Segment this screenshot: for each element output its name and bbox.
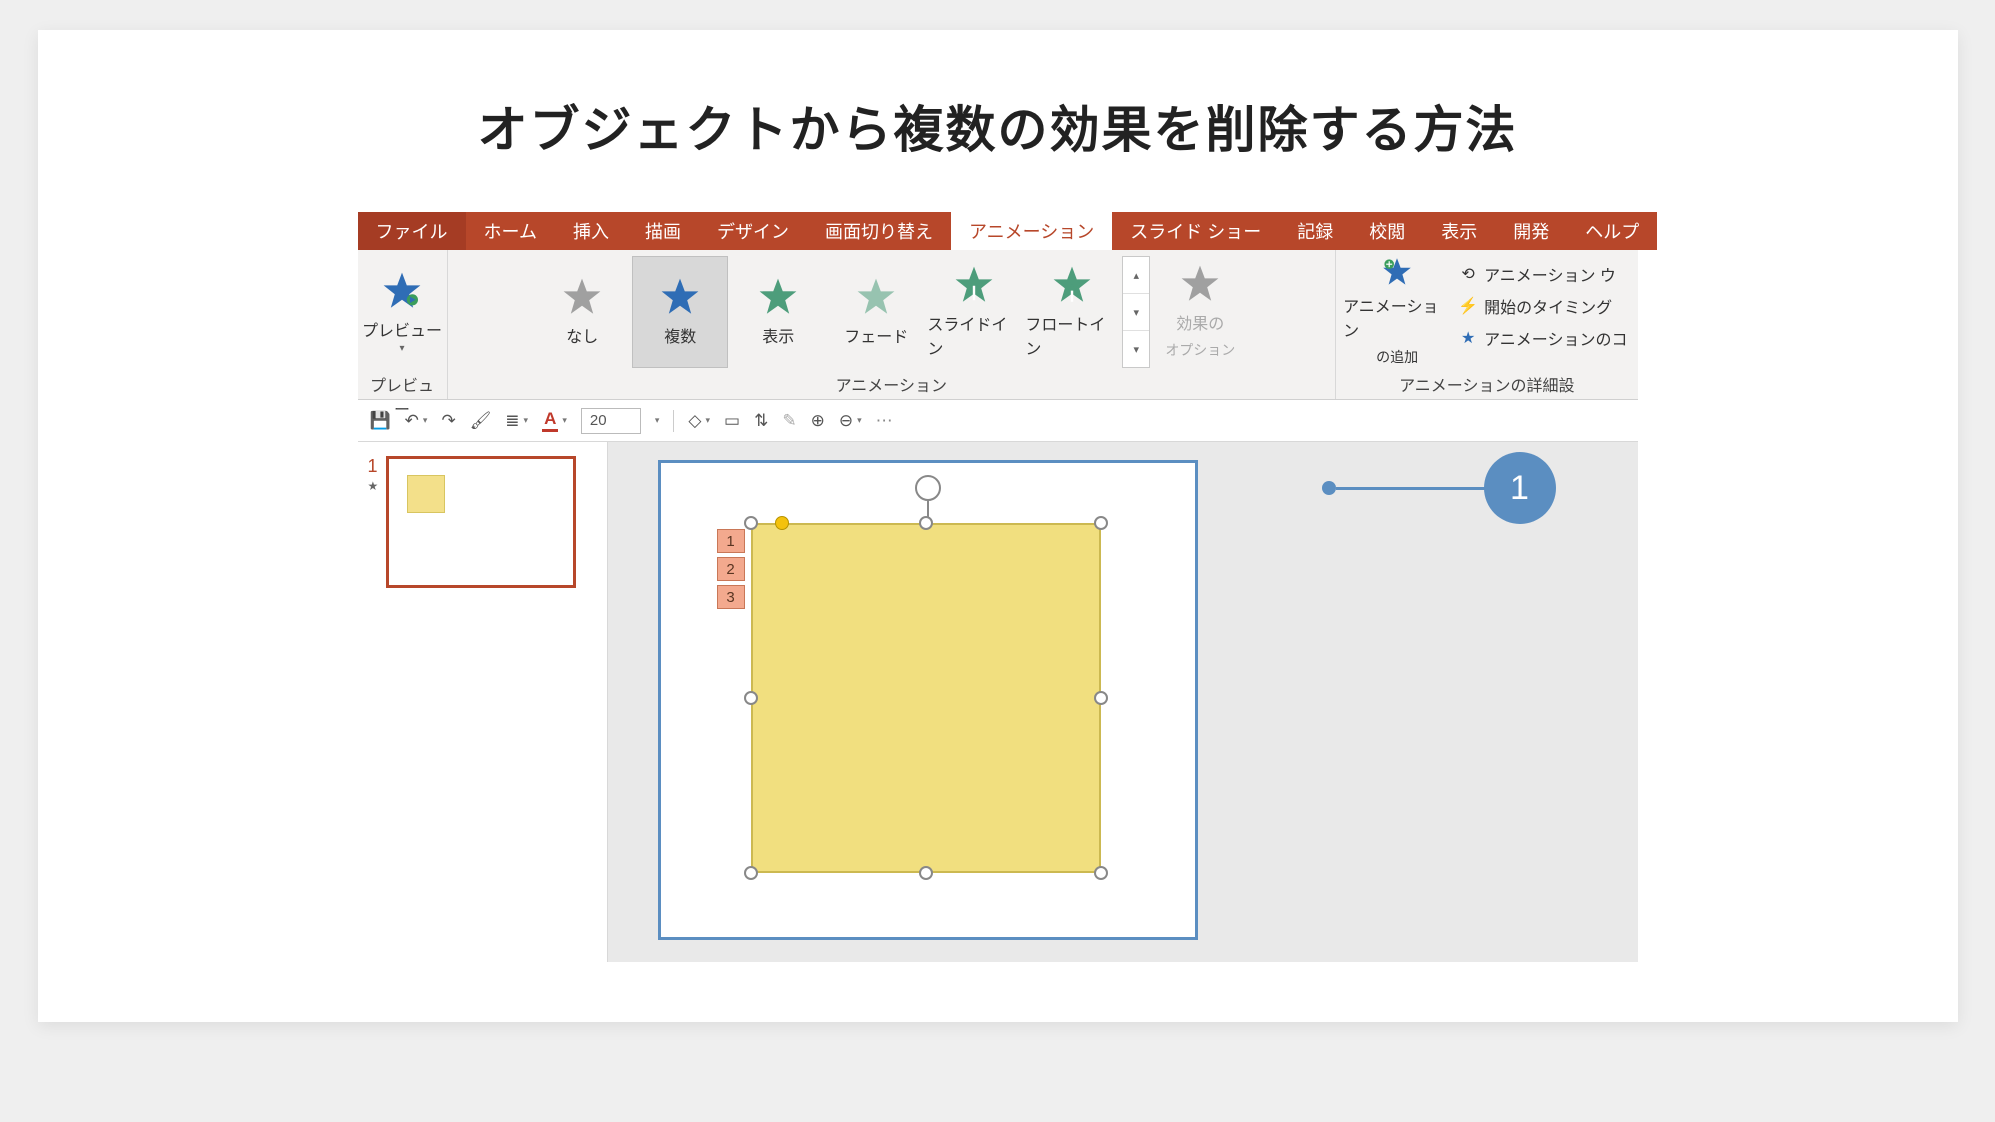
- anim-floatin[interactable]: フロートイン: [1024, 256, 1120, 368]
- add-animation-label2: の追加: [1376, 347, 1418, 367]
- resize-handle-b[interactable]: [919, 866, 933, 880]
- resize-handle-bl[interactable]: [744, 866, 758, 880]
- selected-shape[interactable]: [751, 523, 1101, 873]
- anim-slidein[interactable]: スライドイン: [926, 256, 1022, 368]
- tab-developer[interactable]: 開発: [1495, 212, 1567, 250]
- anim-fade-label: フェード: [844, 323, 908, 347]
- ribbon: プレビュー ▾ プレビュー なし 複数: [358, 250, 1638, 400]
- tab-animations[interactable]: アニメーション: [951, 212, 1112, 250]
- annotation-callout: 1: [1322, 452, 1556, 524]
- tab-draw[interactable]: 描画: [627, 212, 699, 250]
- format-painter-icon[interactable]: 🖌: [470, 411, 492, 431]
- pane-icon: ⟲: [1458, 264, 1478, 284]
- tab-record[interactable]: 記録: [1279, 212, 1351, 250]
- preview-label: プレビュー: [362, 317, 442, 341]
- font-size-dd-icon[interactable]: ▾: [655, 415, 660, 426]
- resize-handle-l[interactable]: [744, 691, 758, 705]
- tab-file[interactable]: ファイル: [358, 212, 466, 250]
- slide-thumbnail-1[interactable]: [386, 456, 576, 588]
- overflow-icon[interactable]: ⋯: [876, 411, 893, 431]
- animation-painter-button[interactable]: ★ アニメーションのコ: [1458, 326, 1627, 350]
- font-size-value: 20: [590, 412, 607, 429]
- redo-button[interactable]: ↷: [441, 411, 455, 431]
- preview-button[interactable]: プレビュー ▾: [354, 256, 450, 368]
- resize-handle-br[interactable]: [1094, 866, 1108, 880]
- edit-icon[interactable]: ✎: [782, 411, 796, 431]
- animation-pane-label: アニメーション ウ: [1484, 262, 1616, 286]
- anim-none[interactable]: なし: [534, 256, 630, 368]
- gallery-more-icon[interactable]: ▾: [1123, 331, 1149, 367]
- anim-multiple[interactable]: 複数: [632, 256, 728, 368]
- rotate-handle[interactable]: [915, 475, 941, 501]
- bolt-icon: ⚡: [1458, 296, 1478, 316]
- tab-insert[interactable]: 挿入: [555, 212, 627, 250]
- resize-handle-tl[interactable]: [744, 516, 758, 530]
- zoom-out-icon[interactable]: ⊖ ▾: [839, 411, 862, 431]
- anim-fade[interactable]: フェード: [828, 256, 924, 368]
- resize-handle-r[interactable]: [1094, 691, 1108, 705]
- trigger-label: 開始のタイミング: [1484, 294, 1612, 318]
- gallery-scroll[interactable]: ▴ ▾ ▾: [1122, 256, 1150, 368]
- quick-access-toolbar: 💾 ↶ ▾ ↷ 🖌 ≣ ▾ A ▾ 20▾ ◇ ▾ ▭ ⇅ ✎ ⊕ ⊖ ▾ ⋯: [358, 400, 1638, 442]
- tab-review[interactable]: 校閲: [1351, 212, 1423, 250]
- selection-frame: 1 2 3: [658, 460, 1198, 940]
- tab-slideshow[interactable]: スライド ショー: [1112, 212, 1279, 250]
- gallery-down-icon[interactable]: ▾: [1123, 294, 1149, 331]
- callout-dot: [1322, 481, 1336, 495]
- tab-design[interactable]: デザイン: [699, 212, 807, 250]
- anim-appear[interactable]: 表示: [730, 256, 826, 368]
- spacing-icon[interactable]: ⇅: [754, 411, 768, 431]
- tab-transitions[interactable]: 画面切り替え: [807, 212, 951, 250]
- page-title: オブジェクトから複数の効果を削除する方法: [478, 90, 1518, 162]
- tab-view[interactable]: 表示: [1423, 212, 1495, 250]
- anim-floatin-label: フロートイン: [1025, 311, 1119, 359]
- resize-handle-t[interactable]: [919, 516, 933, 530]
- thumbnail-anim-icon: ★: [368, 479, 379, 493]
- separator: [673, 410, 674, 432]
- tab-help[interactable]: ヘルプ: [1567, 212, 1657, 250]
- anim-appear-label: 表示: [762, 323, 794, 347]
- anim-tag-3[interactable]: 3: [717, 585, 745, 609]
- add-animation-label: アニメーション: [1343, 293, 1451, 341]
- anim-slidein-label: スライドイン: [927, 311, 1021, 359]
- effect-options-label2: オプション: [1165, 340, 1235, 360]
- anim-none-label: なし: [566, 323, 598, 347]
- trigger-button[interactable]: ⚡ 開始のタイミング: [1458, 294, 1627, 318]
- thumbnail-number: 1: [368, 456, 379, 477]
- thumbnail-shape: [407, 475, 445, 513]
- resize-handle-tr[interactable]: [1094, 516, 1108, 530]
- zoom-in-icon[interactable]: ⊕: [811, 411, 825, 431]
- font-size-box[interactable]: 20: [581, 408, 641, 434]
- group-animation-label: アニメーション: [454, 368, 1330, 398]
- replace-icon[interactable]: ▭: [724, 411, 740, 431]
- font-color-button[interactable]: A ▾: [542, 409, 567, 432]
- effect-options-label: 効果の: [1176, 310, 1224, 334]
- effect-options-button: 効果の オプション: [1152, 256, 1248, 368]
- star-icon: ★: [1458, 328, 1478, 348]
- tab-home[interactable]: ホーム: [466, 212, 555, 250]
- anim-tag-2[interactable]: 2: [717, 557, 745, 581]
- anim-multiple-label: 複数: [664, 323, 696, 347]
- callout-line: [1336, 487, 1486, 490]
- adjust-handle[interactable]: [775, 516, 789, 530]
- anim-tag-1[interactable]: 1: [717, 529, 745, 553]
- animation-pane-button[interactable]: ⟲ アニメーション ウ: [1458, 262, 1627, 286]
- add-animation-button[interactable]: アニメーション の追加: [1342, 256, 1452, 368]
- animation-painter-label: アニメーションのコ: [1484, 326, 1627, 350]
- group-advanced-label: アニメーションの詳細設: [1342, 368, 1631, 398]
- shapes-icon[interactable]: ◇ ▾: [688, 411, 710, 431]
- powerpoint-window: ファイル ホーム 挿入 描画 デザイン 画面切り替え アニメーション スライド …: [358, 212, 1638, 962]
- bullets-icon[interactable]: ≣ ▾: [505, 411, 528, 431]
- slide-thumbnails-panel: 1 ★: [358, 442, 608, 962]
- gallery-up-icon[interactable]: ▴: [1123, 257, 1149, 294]
- group-preview-label: プレビュー: [364, 368, 441, 422]
- ribbon-tabstrip: ファイル ホーム 挿入 描画 デザイン 画面切り替え アニメーション スライド …: [358, 212, 1638, 250]
- animation-order-tags: 1 2 3: [717, 529, 745, 609]
- callout-badge: 1: [1484, 452, 1556, 524]
- chevron-down-icon: ▾: [399, 343, 404, 354]
